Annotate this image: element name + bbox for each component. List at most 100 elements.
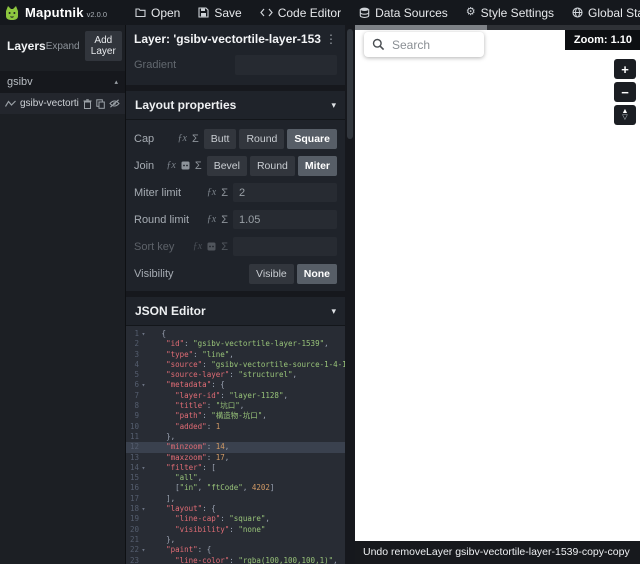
code-line[interactable]: 18 ▾ "layout": { bbox=[126, 504, 345, 514]
menu-label: Open bbox=[151, 5, 181, 20]
code-line[interactable]: 2 "id": "gsibv-vectortile-layer-1539", bbox=[126, 339, 345, 349]
line-number: 9 bbox=[134, 411, 139, 421]
panel-scrollbar-thumb[interactable] bbox=[347, 29, 353, 139]
code-line[interactable]: 10 "added": 1 bbox=[126, 422, 345, 432]
miter-limit-input[interactable] bbox=[233, 183, 337, 202]
layout-properties-section-header[interactable]: Layout properties ▾ bbox=[126, 91, 345, 120]
code-line[interactable]: 20 "visibility": "none" bbox=[126, 525, 345, 535]
layer-editor-header: Layer: 'gsibv-vectortile-layer-1539' ⋮ bbox=[126, 25, 345, 51]
join-option-miter[interactable]: Miter bbox=[297, 155, 337, 176]
fold-caret-icon[interactable]: ▾ bbox=[139, 329, 148, 339]
join-button-group: Bevel Round Miter bbox=[206, 155, 337, 176]
copy-icon[interactable] bbox=[96, 98, 105, 109]
data-field-icon[interactable] bbox=[181, 161, 190, 170]
menu-style-settings[interactable]: ⚙ Style Settings bbox=[457, 0, 563, 25]
code-line[interactable]: 7 "layer-id": "layer-1128", bbox=[126, 391, 345, 401]
horizontal-scrollbar-thumb[interactable] bbox=[355, 25, 487, 30]
layer-group-gsibv[interactable]: gsibv ▴ bbox=[0, 71, 125, 93]
kebab-menu-icon[interactable]: ⋮ bbox=[321, 32, 337, 46]
code-line[interactable]: 6 ▾ "metadata": { bbox=[126, 380, 345, 390]
code-line[interactable]: 16 ["in", "ftCode", 4202] bbox=[126, 483, 345, 493]
fold-caret-icon[interactable]: ▾ bbox=[139, 463, 148, 473]
code-line[interactable]: 1 ▾ { bbox=[126, 329, 345, 339]
code-line[interactable]: 4 "source": "gsibv-vectortile-source-1-4… bbox=[126, 360, 345, 370]
menu-code-editor[interactable]: Code Editor bbox=[251, 0, 350, 25]
fx-expression-icon[interactable]: ƒx bbox=[166, 160, 175, 171]
fx-expression-icon[interactable]: ƒx bbox=[207, 187, 216, 198]
zoom-function-icon[interactable]: Σ bbox=[221, 214, 228, 226]
fx-expression-icon[interactable]: ƒx bbox=[193, 241, 202, 252]
code-line[interactable]: 22 ▾ "paint": { bbox=[126, 545, 345, 555]
fold-caret-icon[interactable]: ▾ bbox=[139, 545, 148, 555]
expand-button[interactable]: Expand bbox=[46, 41, 80, 52]
map-canvas[interactable]: Zoom: 1.10 + − ▲▽ Undo removeLayer gsibv… bbox=[355, 25, 640, 564]
cap-option-butt[interactable]: Butt bbox=[203, 128, 237, 149]
code-line[interactable]: 11 }, bbox=[126, 432, 345, 442]
undo-toast[interactable]: Undo removeLayer gsibv-vectortile-layer-… bbox=[355, 541, 640, 564]
line-number: 1 bbox=[134, 329, 139, 338]
layer-list-item[interactable]: gsibv-vectortile-layer- bbox=[0, 93, 125, 114]
cap-option-round[interactable]: Round bbox=[239, 128, 285, 149]
code-gutter: 18 ▾ bbox=[126, 504, 148, 514]
code-line[interactable]: 13 "maxzoom": 17, bbox=[126, 453, 345, 463]
fx-expression-icon[interactable]: ƒx bbox=[177, 133, 186, 144]
round-limit-label: Round limit bbox=[134, 213, 190, 226]
code-line[interactable]: 15 "all", bbox=[126, 473, 345, 483]
code-line[interactable]: 19 "line-cap": "square", bbox=[126, 514, 345, 524]
gradient-input[interactable] bbox=[235, 55, 337, 75]
line-number: 10 bbox=[129, 421, 139, 431]
line-number: 2 bbox=[134, 339, 139, 349]
code-text: }, bbox=[166, 534, 176, 544]
code-text: "line-cap": "square", bbox=[175, 514, 270, 524]
fold-caret-icon[interactable]: ▾ bbox=[139, 380, 148, 390]
trash-icon[interactable] bbox=[83, 98, 92, 109]
zoom-in-button[interactable]: + bbox=[614, 59, 636, 79]
add-layer-button[interactable]: Add Layer bbox=[84, 31, 122, 61]
search-input[interactable] bbox=[390, 36, 484, 53]
code-line[interactable]: 5 "source-layer": "structurel", bbox=[126, 370, 345, 380]
menu-label: Data Sources bbox=[375, 5, 448, 20]
menu-data-sources[interactable]: Data Sources bbox=[350, 0, 457, 25]
visibility-option-none[interactable]: None bbox=[296, 263, 337, 284]
fx-expression-icon[interactable]: ƒx bbox=[207, 214, 216, 225]
join-option-round[interactable]: Round bbox=[249, 155, 295, 176]
code-line[interactable]: 17 ], bbox=[126, 494, 345, 504]
code-line[interactable]: 9 "path": "構造物-坑口", bbox=[126, 411, 345, 421]
menu-save[interactable]: Save bbox=[189, 0, 250, 25]
code-line[interactable]: 23 "line-color": "rgba(100,100,100,1)", bbox=[126, 556, 345, 564]
line-number: 13 bbox=[129, 452, 139, 462]
json-editor-section-header[interactable]: JSON Editor ▾ bbox=[126, 297, 345, 326]
panel-scrollbar[interactable] bbox=[345, 25, 355, 564]
pitch-toggle-button[interactable]: ▲ ▽ bbox=[614, 105, 636, 125]
zoom-function-icon[interactable]: Σ bbox=[221, 187, 228, 199]
code-text: "path": "構造物-坑口", bbox=[175, 411, 267, 421]
gradient-property-row: Gradient bbox=[126, 51, 345, 91]
json-editor-lines[interactable]: 1 ▾ {2 "id": "gsibv-vectortile-layer-1539… bbox=[126, 326, 345, 564]
round-limit-input[interactable] bbox=[233, 210, 337, 229]
menu-global-state[interactable]: Global State bbox=[563, 0, 640, 25]
zoom-out-button[interactable]: − bbox=[614, 82, 636, 102]
code-line[interactable]: 14 ▾ "filter": [ bbox=[126, 463, 345, 473]
zoom-function-icon[interactable]: Σ bbox=[195, 160, 202, 172]
cap-option-square[interactable]: Square bbox=[287, 128, 337, 149]
code-line[interactable]: 21 }, bbox=[126, 535, 345, 545]
code-line[interactable]: 8 "title": "坑口", bbox=[126, 401, 345, 411]
visibility-option-visible[interactable]: Visible bbox=[249, 263, 294, 284]
zoom-function-icon[interactable]: Σ bbox=[192, 133, 199, 145]
menu-open[interactable]: Open bbox=[126, 0, 189, 25]
line-number: 20 bbox=[129, 524, 139, 534]
code-line[interactable]: 3 "type": "line", bbox=[126, 350, 345, 360]
code-gutter: 11 bbox=[126, 432, 148, 442]
line-number: 7 bbox=[134, 390, 139, 400]
data-field-icon[interactable] bbox=[207, 242, 216, 251]
sort-key-property-row: Sort key ƒx Σ bbox=[134, 233, 337, 260]
join-option-bevel[interactable]: Bevel bbox=[206, 155, 247, 176]
code-line[interactable]: 12 "minzoom": 14, bbox=[126, 442, 345, 453]
eye-off-icon[interactable] bbox=[109, 99, 120, 108]
sort-key-input[interactable] bbox=[233, 237, 337, 256]
zoom-function-icon[interactable]: Σ bbox=[221, 241, 228, 253]
fold-caret-icon[interactable]: ▾ bbox=[139, 504, 148, 514]
